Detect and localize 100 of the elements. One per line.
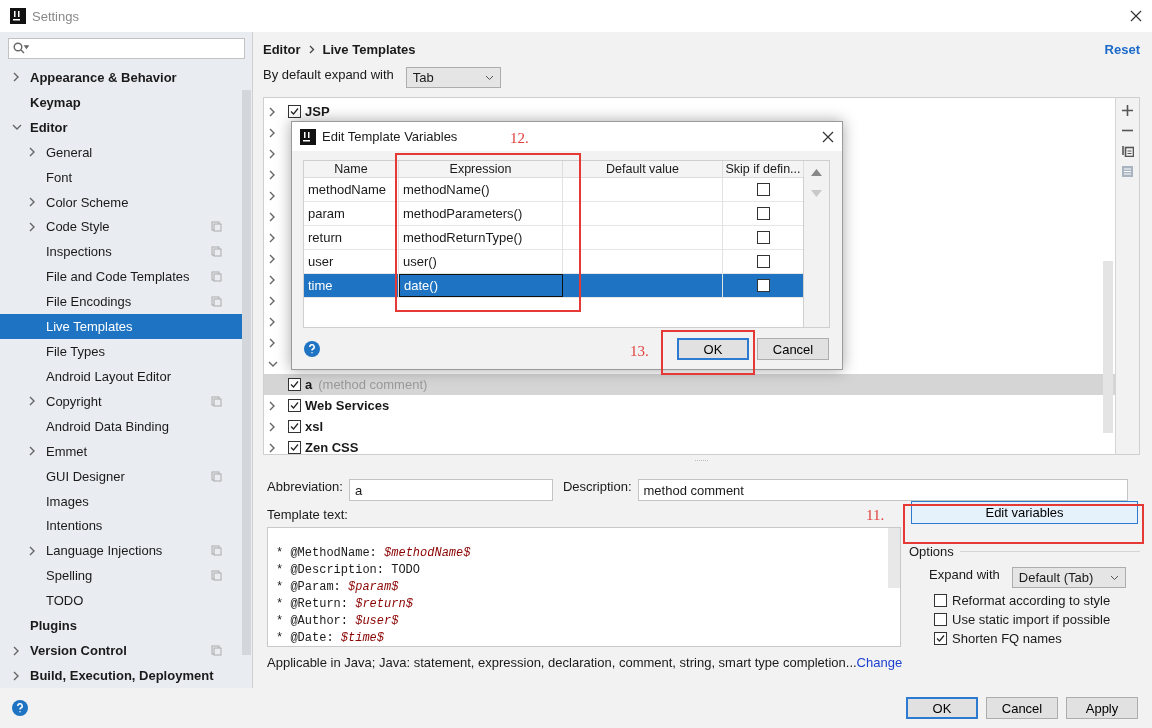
checkbox[interactable] bbox=[288, 378, 301, 391]
dialog-button[interactable]: Apply bbox=[1066, 697, 1138, 719]
help-icon[interactable] bbox=[304, 341, 320, 357]
chevron-right-icon[interactable] bbox=[268, 421, 276, 432]
chevron-right-icon[interactable] bbox=[268, 148, 276, 159]
scrollbar[interactable] bbox=[242, 90, 251, 655]
scrollbar[interactable] bbox=[888, 528, 900, 588]
checkbox[interactable] bbox=[288, 420, 301, 433]
template-group-label[interactable]: xsl bbox=[305, 419, 324, 434]
template-group-label[interactable]: Web Services bbox=[305, 398, 390, 413]
sidebar-item[interactable]: File Encodings bbox=[0, 289, 242, 315]
chevron-right-icon[interactable] bbox=[268, 337, 276, 348]
sidebar-item[interactable]: Live Templates bbox=[0, 314, 242, 340]
splitter-handle-icon[interactable] bbox=[694, 458, 709, 462]
search-field[interactable] bbox=[8, 38, 245, 59]
scrollbar[interactable] bbox=[1103, 261, 1113, 433]
chevron-right-icon[interactable] bbox=[28, 446, 36, 457]
dialog-button[interactable]: OK bbox=[906, 697, 978, 719]
edit-variables-button[interactable]: Edit variables bbox=[911, 501, 1138, 524]
chevron-right-icon[interactable] bbox=[268, 127, 276, 138]
sidebar-item[interactable]: Images bbox=[0, 488, 242, 514]
checkbox[interactable] bbox=[757, 183, 770, 196]
plus-icon[interactable] bbox=[1122, 105, 1133, 116]
chevron-right-icon[interactable] bbox=[268, 106, 276, 117]
checkbox-label[interactable]: Shorten FQ names bbox=[952, 631, 1062, 646]
template-group-label[interactable]: Zen CSS bbox=[305, 440, 359, 454]
sidebar-item[interactable]: Editor bbox=[0, 114, 242, 140]
template-text-editor[interactable]: * @MethodName: $methodName$ * @Description: TODO * @Param: $param$ * @Return: $return$ * @Author: $user$ * @Date: $time$ bbox=[267, 527, 901, 647]
table-cell[interactable]: methodName() bbox=[399, 178, 563, 201]
sidebar-item[interactable]: Version Control bbox=[0, 638, 242, 664]
abbreviation-field[interactable]: a bbox=[348, 479, 553, 501]
chevron-right-icon[interactable] bbox=[268, 400, 276, 411]
close-icon[interactable] bbox=[822, 130, 834, 143]
chevron-right-icon[interactable] bbox=[268, 442, 276, 453]
chevron-right-icon[interactable] bbox=[268, 211, 276, 222]
dialog-button[interactable]: OK bbox=[677, 338, 749, 360]
column-header[interactable]: Expression bbox=[399, 161, 563, 177]
sidebar-item[interactable]: TODO bbox=[0, 588, 242, 614]
checkbox-label[interactable]: Reformat according to style bbox=[952, 593, 1111, 608]
checkbox[interactable] bbox=[934, 613, 947, 626]
chevron-right-icon[interactable] bbox=[28, 197, 36, 207]
description-field[interactable]: method comment bbox=[637, 479, 1128, 501]
chevron-right-icon[interactable] bbox=[268, 274, 276, 285]
chevron-right-icon[interactable] bbox=[12, 670, 20, 681]
template-abbreviation[interactable]: a bbox=[305, 377, 313, 392]
checkbox-label[interactable]: Use static import if possible bbox=[952, 612, 1111, 627]
sidebar-item[interactable]: Code Style bbox=[0, 214, 242, 240]
chevron-right-icon[interactable] bbox=[28, 147, 36, 158]
chevron-right-icon[interactable] bbox=[268, 190, 276, 201]
expand-with-dropdown[interactable]: Default (Tab) bbox=[1011, 567, 1126, 588]
checkbox[interactable] bbox=[288, 441, 301, 454]
checkbox[interactable] bbox=[757, 255, 770, 268]
chevron-right-icon[interactable] bbox=[28, 396, 36, 407]
reset-link[interactable]: Reset bbox=[1104, 41, 1140, 57]
checkbox[interactable] bbox=[934, 632, 947, 645]
chevron-right-icon[interactable] bbox=[268, 253, 276, 264]
chevron-right-icon[interactable] bbox=[28, 221, 36, 232]
table-cell[interactable]: user() bbox=[399, 250, 563, 273]
sidebar-item[interactable]: Emmet bbox=[0, 438, 242, 464]
sidebar-item[interactable]: GUI Designer bbox=[0, 463, 242, 489]
help-icon[interactable] bbox=[12, 700, 28, 716]
chevron-right-icon[interactable] bbox=[268, 316, 276, 327]
sidebar-item[interactable]: Intentions bbox=[0, 513, 242, 539]
scroll-up-icon[interactable] bbox=[811, 169, 822, 176]
sidebar-item[interactable]: General bbox=[0, 139, 242, 165]
checkbox[interactable] bbox=[757, 207, 770, 220]
table-cell[interactable]: methodReturnType() bbox=[399, 226, 563, 249]
chevron-right-icon[interactable] bbox=[12, 72, 20, 83]
chevron-right-icon[interactable] bbox=[268, 169, 276, 180]
column-header[interactable]: Name bbox=[304, 161, 399, 177]
change-link[interactable]: Change bbox=[856, 655, 903, 670]
sidebar-item[interactable]: Keymap bbox=[0, 89, 242, 115]
column-header[interactable]: Default value bbox=[563, 161, 723, 177]
chevron-right-icon[interactable] bbox=[28, 545, 36, 556]
sidebar-item[interactable]: File Types bbox=[0, 339, 242, 364]
table-cell[interactable]: methodParameters() bbox=[399, 202, 563, 225]
chevron-right-icon[interactable] bbox=[268, 295, 276, 306]
expand-with-dropdown[interactable]: Tab bbox=[405, 67, 501, 88]
chevron-right-icon[interactable] bbox=[12, 645, 20, 656]
sidebar-item[interactable]: Color Scheme bbox=[0, 189, 242, 215]
sidebar-item[interactable]: Android Data Binding bbox=[0, 413, 242, 439]
sidebar-item[interactable]: Appearance & Behavior bbox=[0, 64, 242, 90]
chevron-right-icon[interactable] bbox=[268, 232, 276, 243]
chevron-down-icon[interactable] bbox=[12, 123, 22, 132]
chevron-down-icon[interactable] bbox=[268, 359, 278, 368]
template-group-label[interactable]: JSP bbox=[305, 104, 330, 119]
sidebar-item[interactable]: Android Layout Editor bbox=[0, 364, 242, 389]
sidebar-item[interactable]: Spelling bbox=[0, 563, 242, 589]
checkbox[interactable] bbox=[757, 231, 770, 244]
dialog-button[interactable]: Cancel bbox=[986, 697, 1058, 719]
dialog-button[interactable]: Cancel bbox=[757, 338, 829, 360]
checkbox[interactable] bbox=[757, 279, 770, 292]
sidebar-item[interactable]: Font bbox=[0, 164, 242, 190]
sidebar-item[interactable]: File and Code Templates bbox=[0, 264, 242, 290]
checkbox[interactable] bbox=[934, 594, 947, 607]
checkbox[interactable] bbox=[288, 105, 301, 118]
checkbox[interactable] bbox=[288, 399, 301, 412]
table-cell[interactable]: date() bbox=[399, 274, 563, 297]
copy-icon[interactable] bbox=[1121, 145, 1134, 157]
sidebar-item[interactable]: Inspections bbox=[0, 239, 242, 265]
